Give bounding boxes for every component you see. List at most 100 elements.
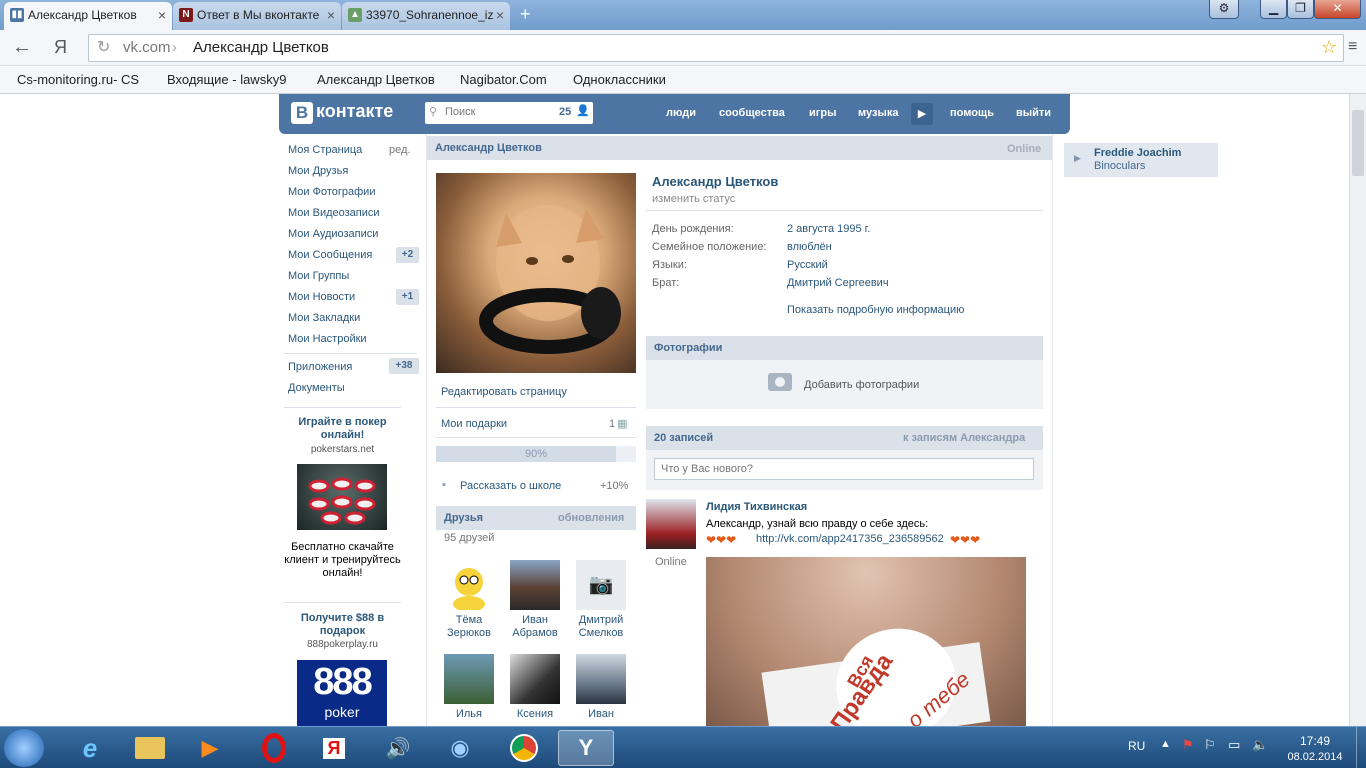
add-photo-label[interactable]: Добавить фотографии [804, 379, 919, 391]
ad-title[interactable]: Играйте в покер онлайн! [284, 416, 401, 442]
network-globe-icon[interactable]: ◉ [432, 730, 488, 766]
minimize-button[interactable]: ▁ [1260, 0, 1287, 19]
menu-groups[interactable]: Мои Группы [288, 270, 349, 282]
nav-logout[interactable]: выйти [1016, 107, 1051, 119]
menu-edit-link[interactable]: ред. [389, 144, 410, 156]
menu-my-page[interactable]: Моя Страница [288, 144, 362, 156]
play-icon[interactable]: ▶ [1074, 153, 1081, 164]
tray-flag-icon[interactable]: ⚐ [1204, 737, 1216, 753]
vk-logo-text[interactable]: контакте [316, 101, 393, 122]
menu-bookmarks[interactable]: Мои Закладки [288, 312, 360, 324]
scrollbar-thumb[interactable] [1352, 110, 1364, 176]
maximize-button[interactable]: ❐ [1287, 0, 1314, 19]
tray-network-warning-icon[interactable]: ⚑ [1182, 737, 1194, 753]
friends-updates-link[interactable]: обновления [558, 512, 624, 524]
tab-reply[interactable]: N Ответ в Мы вконтакте × [173, 2, 341, 30]
language-indicator[interactable]: RU [1128, 739, 1145, 753]
photos-title[interactable]: Фотографии [654, 342, 722, 354]
windows-start-icon[interactable] [4, 729, 44, 767]
menu-messages[interactable]: Мои Сообщения [288, 249, 372, 261]
relationship-value[interactable]: влюблён [787, 241, 832, 253]
bookmark-item[interactable]: Входящие - lawsky9 [167, 72, 297, 87]
bookmark-item[interactable]: Cs-monitoring.ru- CS [17, 72, 147, 87]
clock-date[interactable]: 08.02.2014 [1280, 751, 1350, 763]
close-window-button[interactable]: ✕ [1314, 0, 1361, 19]
close-icon[interactable]: × [327, 2, 335, 28]
menu-icon[interactable]: ≡ [1348, 38, 1357, 56]
nav-games[interactable]: игры [809, 107, 836, 119]
my-gifts-link[interactable]: Мои подарки [441, 418, 507, 430]
search-input[interactable]: ⚲ Поиск 25 👤 [425, 102, 593, 124]
friend-item[interactable]: 📷 Дмитрий Смелков [571, 560, 631, 640]
profile-avatar[interactable] [436, 173, 636, 373]
audio-player[interactable]: ▶ Freddie Joachim Binoculars [1064, 143, 1218, 177]
track-artist[interactable]: Freddie Joachim [1094, 147, 1181, 159]
friends-title[interactable]: Друзья [444, 512, 483, 524]
menu-audios[interactable]: Мои Аудиозаписи [288, 228, 378, 240]
post-link[interactable]: http://vk.com/app2417356_236589562 [756, 533, 944, 545]
new-tab-button[interactable]: + [520, 4, 531, 25]
play-icon[interactable]: ▶ [911, 103, 933, 125]
ad-text[interactable]: Бесплатно скачайте клиент и тренируйтесь… [284, 541, 401, 580]
tab-vk-profile[interactable]: ▮▮ Александр Цветков × [4, 2, 172, 30]
chrome-menu-button[interactable]: ⚙ [1209, 0, 1239, 19]
yandex-active-icon[interactable]: Y [558, 730, 614, 766]
ad-domain[interactable]: pokerstars.net [284, 444, 401, 455]
back-arrow-icon[interactable]: ← [12, 36, 32, 59]
explorer-icon[interactable] [122, 730, 178, 766]
ie-icon[interactable]: e [62, 730, 118, 766]
menu-documents[interactable]: Документы [288, 382, 345, 394]
post-image[interactable]: Вся Правда о тебе [706, 557, 1026, 726]
news-count-badge[interactable]: +1 [396, 289, 419, 305]
friend-item[interactable]: Тёма Зерюков [439, 560, 499, 640]
add-photo-area[interactable]: Добавить фотографии [646, 360, 1043, 409]
poker-chips-image[interactable] [297, 464, 387, 530]
friends-count[interactable]: 95 друзей [444, 532, 494, 544]
to-posts-link[interactable]: к записям Александра [903, 432, 1025, 444]
menu-apps[interactable]: Приложения [288, 361, 352, 373]
vk-logo-icon[interactable]: B [291, 102, 313, 124]
friend-item[interactable]: Илья [439, 654, 499, 721]
apps-count-badge[interactable]: +38 [389, 358, 419, 374]
nav-help[interactable]: помощь [950, 107, 994, 119]
media-player-icon[interactable]: ▶ [182, 730, 238, 766]
888-poker-logo[interactable]: 888 poker [297, 660, 387, 726]
friend-item[interactable]: Иван [571, 654, 631, 721]
post-author-name[interactable]: Лидия Тихвинская [706, 501, 807, 513]
show-desktop-button[interactable] [1356, 727, 1366, 768]
reload-icon[interactable]: ↻ [97, 35, 110, 61]
friend-item[interactable]: Иван Абрамов [505, 560, 565, 640]
menu-news[interactable]: Мои Новости [288, 291, 355, 303]
post-author-avatar[interactable] [646, 499, 696, 549]
menu-photos[interactable]: Мои Фотографии [288, 186, 375, 198]
photos-header[interactable]: Фотографии [646, 336, 1043, 360]
close-icon[interactable]: × [496, 2, 504, 28]
ad-title[interactable]: Получите $88 в подарок [284, 612, 401, 638]
sound-icon[interactable]: 🔊 [370, 730, 426, 766]
languages-value[interactable]: Русский [787, 259, 828, 271]
wall-post-input[interactable]: Что у Вас нового? [654, 458, 1034, 480]
menu-settings[interactable]: Мои Настройки [288, 333, 367, 345]
tray-volume-icon[interactable]: 🔈 [1252, 737, 1268, 753]
yandex-browser-icon[interactable]: Я [306, 730, 362, 766]
tab-image[interactable]: ▲ 33970_Sohranennoe_iz × [342, 2, 510, 30]
tell-about-school-link[interactable]: Рассказать о школе [460, 480, 561, 492]
opera-icon[interactable] [246, 730, 302, 766]
star-icon[interactable]: ☆ [1321, 34, 1337, 60]
track-title[interactable]: Binoculars [1094, 160, 1145, 172]
chrome-icon[interactable] [496, 730, 552, 766]
edit-page-link[interactable]: Редактировать страницу [441, 386, 567, 398]
bookmark-item[interactable]: Александр Цветков [317, 72, 447, 87]
clock-time[interactable]: 17:49 [1290, 734, 1340, 748]
menu-videos[interactable]: Мои Видеозаписи [288, 207, 380, 219]
messages-count-badge[interactable]: +2 [396, 247, 419, 263]
ad-domain[interactable]: 888pokerplay.ru [284, 639, 401, 650]
show-more-info-link[interactable]: Показать подробную информацию [787, 304, 964, 316]
bookmark-item[interactable]: Одноклассники [573, 72, 683, 87]
yandex-icon[interactable]: Я [54, 37, 67, 58]
address-bar[interactable]: ↻ vk.com › Александр Цветков ☆ [88, 34, 1344, 62]
nav-people[interactable]: люди [666, 107, 696, 119]
change-status-link[interactable]: изменить статус [652, 193, 735, 205]
tray-monitor-icon[interactable]: ▭ [1228, 737, 1240, 753]
brother-value[interactable]: Дмитрий Сергеевич [787, 277, 889, 289]
